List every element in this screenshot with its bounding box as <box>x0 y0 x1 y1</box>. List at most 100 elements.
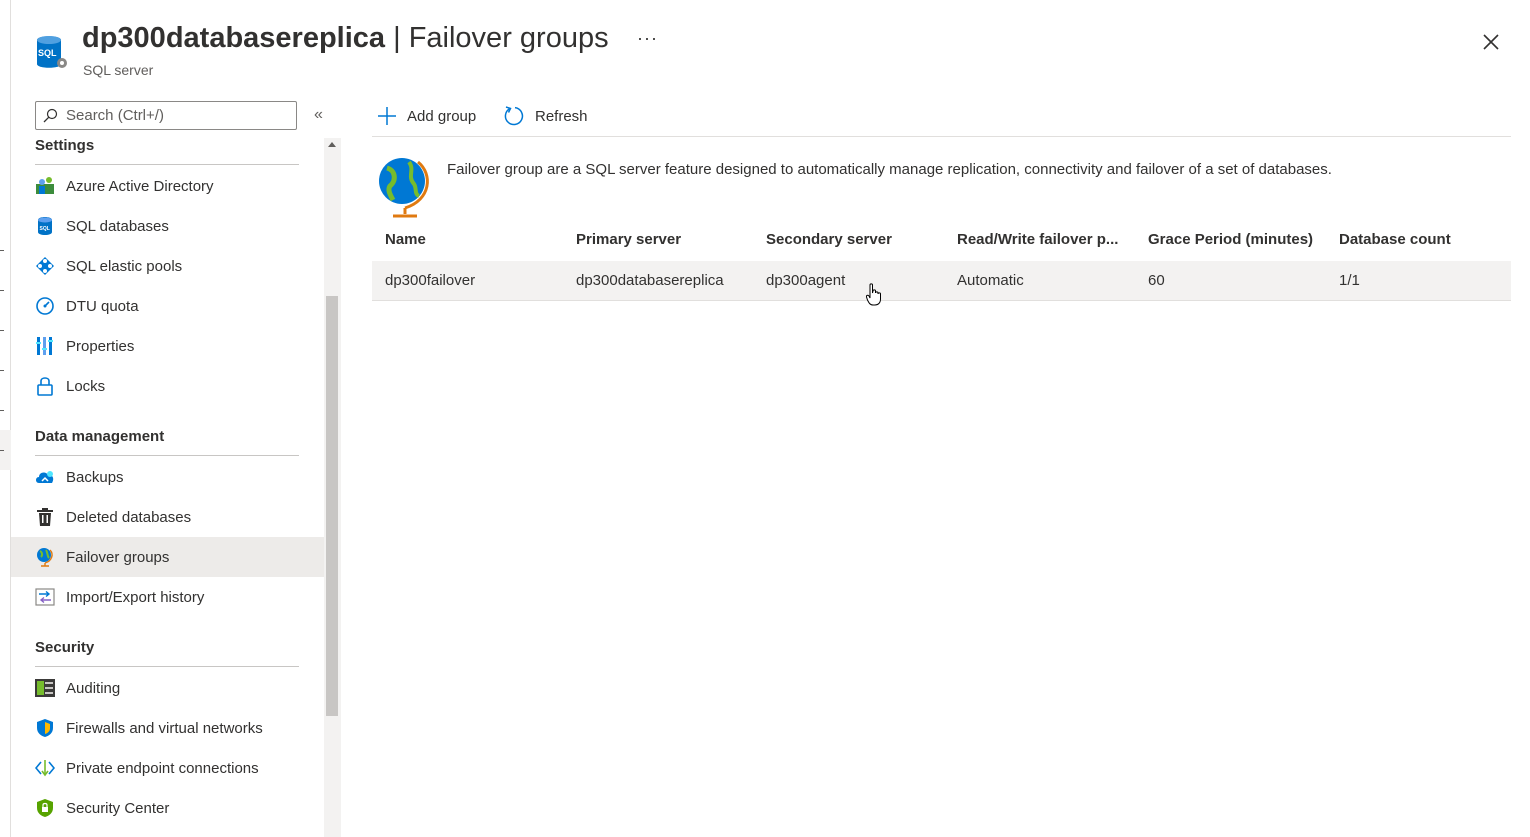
resource-type-subtitle: SQL server <box>83 62 154 78</box>
scroll-up-arrow-icon[interactable] <box>328 142 336 147</box>
edge-tick <box>0 290 4 291</box>
sidebar-item-auditing[interactable]: Auditing <box>11 668 324 708</box>
resource-name: dp300databasereplica <box>82 22 386 54</box>
gauge-icon <box>35 296 55 316</box>
edge-tick <box>0 370 4 371</box>
info-description: Failover group are a SQL server feature … <box>447 161 1332 178</box>
sidebar-item-label: Import/Export history <box>66 588 205 606</box>
edge-tick <box>0 410 4 411</box>
column-header-primary-server[interactable]: Primary server <box>576 231 681 248</box>
close-icon[interactable] <box>1479 30 1503 54</box>
import-export-icon <box>35 587 55 607</box>
section-divider <box>35 455 299 456</box>
search-icon <box>43 108 58 122</box>
section-divider <box>35 164 299 165</box>
auditing-icon <box>35 678 55 698</box>
globe-icon <box>35 547 55 567</box>
cell-database-count: 1/1 <box>1339 272 1360 289</box>
svg-text:SQL: SQL <box>38 48 57 58</box>
add-group-button[interactable]: Add group <box>377 104 476 128</box>
cloud-backup-icon <box>35 467 55 487</box>
failover-groups-table: Name Primary server Secondary server Rea… <box>372 221 1511 301</box>
blade-header: SQL dp300databasereplica | Failover grou… <box>11 0 1530 90</box>
firewall-shield-icon <box>35 718 55 738</box>
left-edge-strip <box>0 0 11 837</box>
sidebar-item-backups[interactable]: Backups <box>11 457 324 497</box>
refresh-label: Refresh <box>535 107 588 125</box>
cell-secondary-server: dp300agent <box>766 272 846 289</box>
table-row[interactable]: dp300failover dp300databasereplica dp300… <box>372 261 1511 301</box>
search-input[interactable] <box>66 107 286 124</box>
edge-tick <box>0 330 4 331</box>
sidebar-item-azure-active-directory[interactable]: Azure Active Directory <box>11 166 324 206</box>
resource-menu: « Settings Azure Active Directory SQL SQ… <box>11 90 341 837</box>
sidebar-item-sql-elastic-pools[interactable]: SQL elastic pools <box>11 246 324 286</box>
sidebar-item-label: Deleted databases <box>66 508 192 526</box>
properties-icon <box>35 336 55 356</box>
refresh-button[interactable]: Refresh <box>503 104 588 128</box>
sidebar-item-label: Azure Active Directory <box>66 177 214 195</box>
sidebar-item-label: SQL elastic pools <box>66 257 183 275</box>
edge-tick <box>0 250 4 251</box>
search-box[interactable] <box>35 101 297 130</box>
main-content: Add group Refresh Failover group are a S… <box>341 90 1530 837</box>
sidebar-item-label: Private endpoint connections <box>66 759 259 777</box>
trash-icon <box>35 507 55 527</box>
sidebar-item-label: SQL databases <box>66 217 169 235</box>
column-header-secondary-server[interactable]: Secondary server <box>766 231 892 248</box>
more-options-button[interactable]: ··· <box>637 28 658 49</box>
cell-name[interactable]: dp300failover <box>385 272 475 289</box>
plus-icon <box>378 107 396 125</box>
menu-scrollbar[interactable] <box>324 138 341 837</box>
sidebar-item-dtu-quota[interactable]: DTU quota <box>11 286 324 326</box>
sidebar-item-label: DTU quota <box>66 297 139 315</box>
column-header-failover-policy[interactable]: Read/Write failover p... <box>957 231 1118 248</box>
sidebar-item-label: Properties <box>66 337 135 355</box>
security-center-icon <box>35 798 55 818</box>
sidebar-item-label: Locks <box>66 377 106 395</box>
refresh-icon <box>504 106 524 126</box>
collapse-menu-button[interactable]: « <box>314 106 323 124</box>
sidebar-item-properties[interactable]: Properties <box>11 326 324 366</box>
add-group-label: Add group <box>407 107 477 125</box>
cell-failover-policy: Automatic <box>957 272 1024 289</box>
section-title-settings: Settings <box>35 137 95 154</box>
svg-text:SQL: SQL <box>40 226 50 232</box>
command-bar: Add group Refresh <box>372 90 1511 137</box>
column-header-database-count[interactable]: Database count <box>1339 231 1451 248</box>
column-header-grace-period[interactable]: Grace Period (minutes) <box>1148 231 1313 248</box>
column-header-name[interactable]: Name <box>385 231 426 248</box>
edge-tick <box>0 450 4 451</box>
page-title: dp300databasereplica | Failover groups <box>82 22 609 55</box>
globe-info-icon <box>379 158 429 218</box>
sidebar-item-label: Security Center <box>66 799 170 817</box>
title-separator: | <box>385 22 409 54</box>
section-title-security: Security <box>35 639 95 656</box>
sidebar-item-failover-groups[interactable]: Failover groups <box>11 537 324 577</box>
scroll-thumb[interactable] <box>326 296 338 716</box>
hand-cursor-icon <box>866 283 881 306</box>
sidebar-item-security-center[interactable]: Security Center <box>11 788 324 828</box>
elastic-pool-icon <box>35 256 55 276</box>
private-endpoint-icon <box>35 758 55 778</box>
aad-icon <box>35 176 55 196</box>
cell-grace-period: 60 <box>1148 272 1165 289</box>
sidebar-item-sql-databases[interactable]: SQL SQL databases <box>11 206 324 246</box>
sidebar-item-firewalls-and-virtual-networks[interactable]: Firewalls and virtual networks <box>11 708 324 748</box>
sidebar-item-label: Backups <box>66 468 124 486</box>
sidebar-item-locks[interactable]: Locks <box>11 366 324 406</box>
section-divider <box>35 666 299 667</box>
lock-icon <box>35 376 55 396</box>
sidebar-item-deleted-databases[interactable]: Deleted databases <box>11 497 324 537</box>
menu-list: Settings Azure Active Directory SQL SQL … <box>11 134 324 837</box>
sidebar-item-import-export-history[interactable]: Import/Export history <box>11 577 324 617</box>
sql-server-icon: SQL <box>37 36 67 68</box>
cell-primary-server: dp300databasereplica <box>576 272 724 289</box>
sidebar-item-label: Auditing <box>66 679 121 697</box>
sidebar-item-label: Failover groups <box>66 548 170 566</box>
sidebar-item-private-endpoint-connections[interactable]: Private endpoint connections <box>11 748 324 788</box>
section-title-data-management: Data management <box>35 428 165 445</box>
sidebar-item-label: Firewalls and virtual networks <box>66 719 263 737</box>
sql-database-icon: SQL <box>35 216 55 236</box>
table-header: Name Primary server Secondary server Rea… <box>372 221 1511 261</box>
